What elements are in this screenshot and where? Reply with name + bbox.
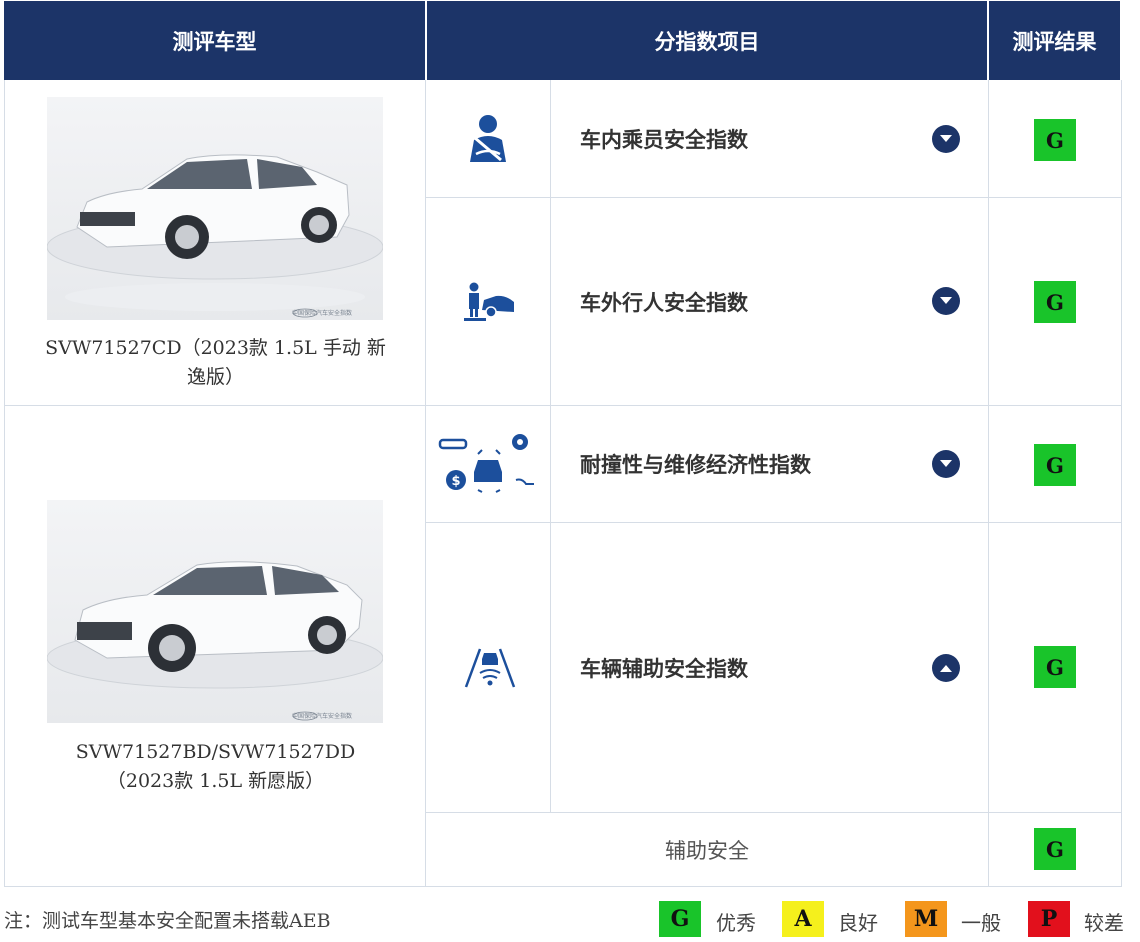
repair-cost-icon: $: [438, 434, 534, 493]
header-model: 测评车型: [4, 1, 425, 80]
result-badge-assist: G: [1034, 646, 1076, 688]
chevron-down-icon[interactable]: [932, 287, 960, 315]
sub-row-assist-safety: 辅助安全: [665, 838, 749, 863]
car-photo-2-watermark: 中国保险汽车安全指数: [292, 712, 352, 720]
index-row-pedestrian[interactable]: 车外行人安全指数: [426, 198, 988, 405]
header-result: 测评结果: [989, 1, 1120, 80]
index-label-occupant: 车内乘员安全指数: [580, 127, 748, 152]
car-photo-2: 中国保险汽车安全指数: [47, 500, 383, 723]
legend-text-g: 优秀: [716, 911, 756, 935]
index-row-repair[interactable]: $ 耐撞性与维修经济性指数: [426, 406, 988, 522]
assist-lane-icon: [464, 648, 516, 688]
chevron-up-icon[interactable]: [932, 654, 960, 682]
result-badge-pedestrian: G: [1034, 281, 1076, 323]
pedestrian-car-icon: [464, 282, 514, 321]
chevron-down-icon[interactable]: [932, 125, 960, 153]
chevron-down-icon[interactable]: [932, 450, 960, 478]
legend-text-m: 一般: [961, 911, 1001, 935]
vehicle-2-caption: SVW71527BD/SVW71527DD（2023款 1.5L 新愿版）: [75, 741, 356, 792]
legend-badge-a: A: [782, 901, 824, 937]
legend-badge-m: M: [905, 901, 947, 937]
legend-badge-g: G: [659, 901, 701, 937]
car-photo-1: 中国保险汽车安全指数: [47, 97, 383, 320]
result-badge-assist-safety: G: [1034, 828, 1076, 870]
vehicle-2: 中国保险汽车安全指数 SVW71527BD/SVW71527DD（2023款 1…: [5, 406, 424, 886]
vehicle-1: 中国保险汽车安全指数 SVW71527CD（2023款 1.5L 手动 新逸版）: [5, 81, 424, 404]
svg-text:$: $: [451, 474, 460, 489]
vehicle-1-caption: SVW71527CD（2023款 1.5L 手动 新逸版）: [45, 337, 386, 388]
result-badge-repair: G: [1034, 444, 1076, 486]
legend-badge-p: P: [1028, 901, 1070, 937]
car-photo-1-watermark: 中国保险汽车安全指数: [292, 309, 352, 317]
index-label-pedestrian: 车外行人安全指数: [580, 289, 748, 315]
header-index: 分指数项目: [427, 1, 987, 80]
index-row-occupant[interactable]: 车内乘员安全指数: [426, 81, 988, 197]
legend-text-a: 良好: [838, 911, 878, 935]
index-label-assist: 车辆辅助安全指数: [580, 655, 748, 681]
index-row-assist[interactable]: 车辆辅助安全指数: [426, 523, 988, 812]
occupant-seatbelt-icon: [470, 115, 506, 162]
footer-note: 注：测试车型基本安全配置未搭载AEB: [4, 910, 331, 932]
legend-text-p: 较差: [1084, 911, 1124, 935]
result-badge-occupant: G: [1034, 119, 1076, 161]
index-label-repair: 耐撞性与维修经济性指数: [580, 452, 811, 477]
